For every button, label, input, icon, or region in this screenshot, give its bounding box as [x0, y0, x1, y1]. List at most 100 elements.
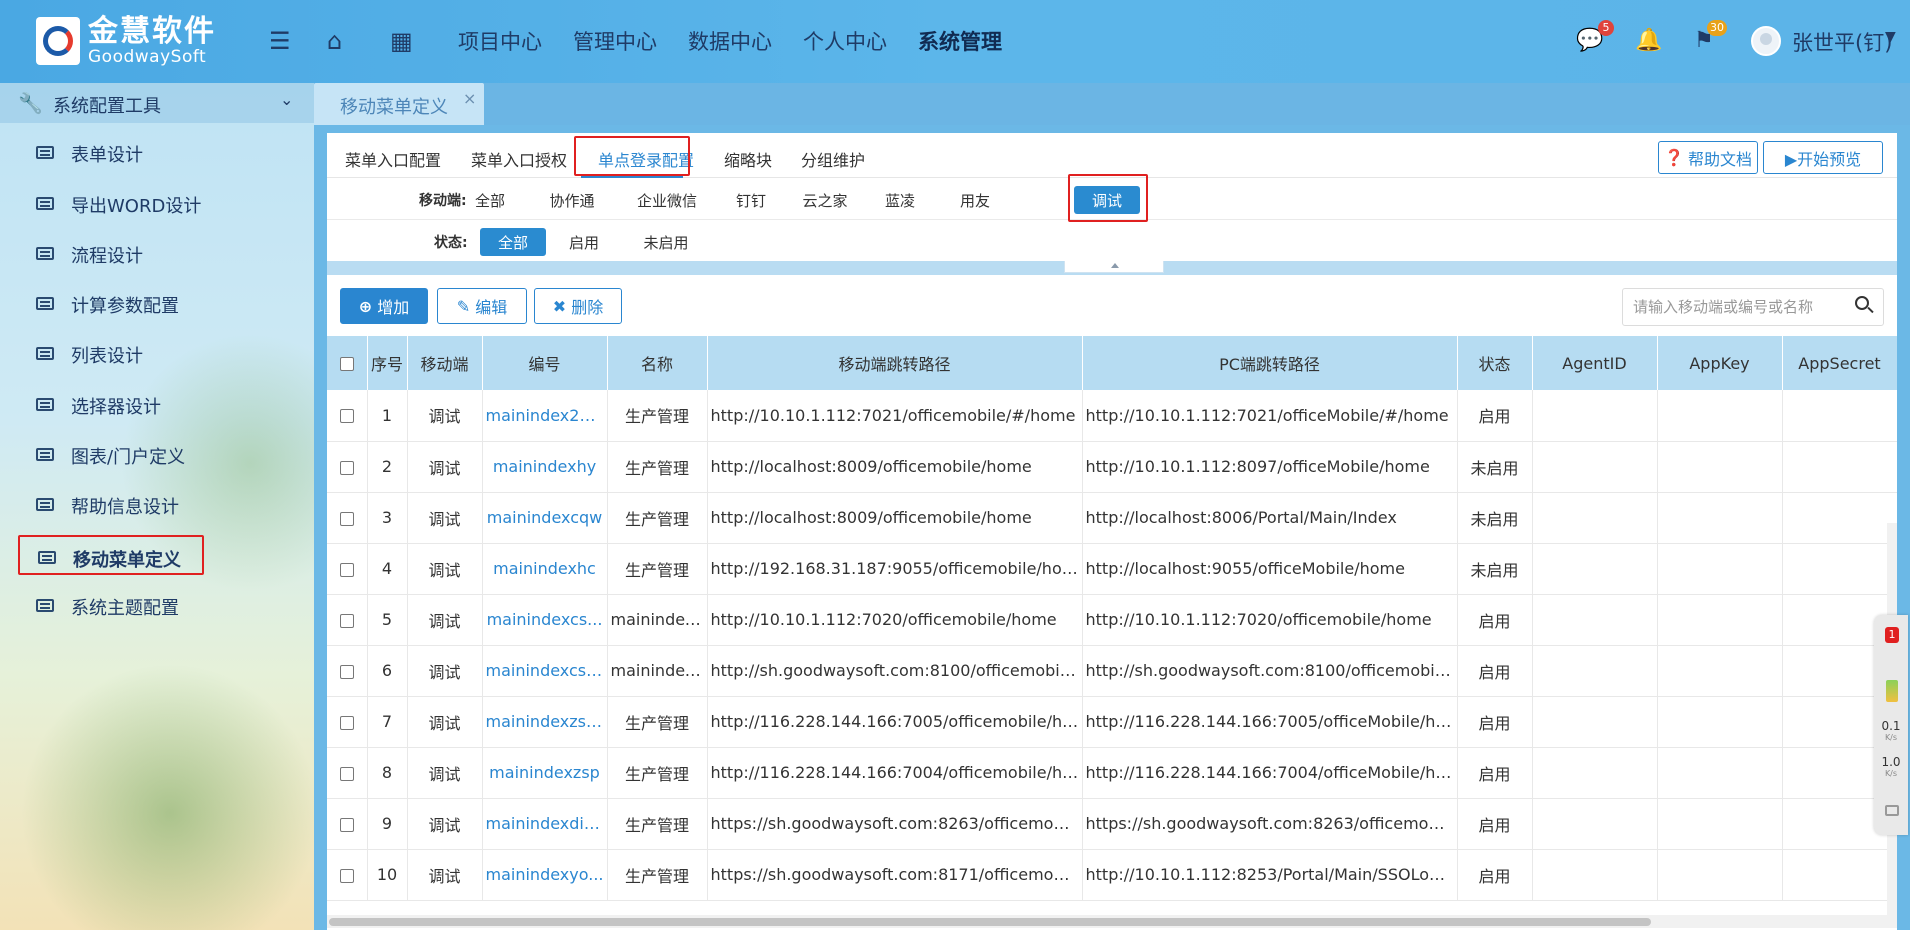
checkbox-cell[interactable] — [327, 441, 368, 493]
checkbox-cell[interactable] — [327, 390, 368, 442]
tab-mobile-menu[interactable]: 移动菜单定义 × — [314, 83, 484, 125]
mobile-option-dingtalk[interactable]: 钉钉 — [723, 186, 779, 214]
search-icon[interactable] — [1855, 296, 1869, 310]
row-checkbox[interactable] — [339, 613, 354, 628]
row-code-cell[interactable]: mainindexdin... — [482, 798, 608, 850]
column-header[interactable]: 名称 — [607, 336, 708, 390]
horizontal-scrollbar[interactable] — [327, 915, 1897, 928]
sidebar-item-export-word[interactable]: 导出WORD设计 — [18, 183, 204, 223]
sidebar-item-flow-design[interactable]: 流程设计 — [18, 233, 204, 273]
row-code-cell[interactable]: mainindexhc — [482, 543, 608, 595]
row-code-cell[interactable]: mainindexzsp — [482, 747, 608, 799]
camera-icon[interactable] — [1885, 805, 1899, 816]
nav-management-center[interactable]: 管理中心 — [573, 26, 657, 56]
user-name[interactable]: 张世平(钉) — [1792, 27, 1892, 57]
table-row[interactable]: 9 调试 mainindexdin... 生产管理 https://sh.goodway… — [327, 798, 1897, 850]
row-code-cell[interactable]: mainindexcs02 — [482, 645, 608, 697]
table-row[interactable]: 5 调试 mainindexcs... mainindex... http://10.1… — [327, 594, 1897, 646]
subtab-menu-auth[interactable]: 菜单入口授权 — [471, 147, 567, 171]
select-all-cell[interactable] — [327, 336, 368, 390]
mobile-option-yunzhijia[interactable]: 云之家 — [789, 186, 861, 214]
sidebar-item-form-design[interactable]: 表单设计 — [18, 132, 204, 172]
table-row[interactable]: 1 调试 mainindex20... 生产管理 http://10.10.1.112:… — [327, 390, 1897, 442]
add-button[interactable]: ⊕ 增加 — [340, 288, 428, 324]
nav-project-center[interactable]: 项目中心 — [458, 26, 542, 56]
mobile-option-xzt[interactable]: 协作通 — [535, 186, 609, 214]
checkbox-cell[interactable] — [327, 594, 368, 646]
table-row[interactable]: 10 调试 mainindexyo... 生产管理 https://sh.goodway… — [327, 849, 1897, 901]
row-code-cell[interactable]: mainindexhy — [482, 441, 608, 493]
scroll-thumb[interactable] — [329, 918, 1651, 926]
sidebar-item-chart-portal[interactable]: 图表/门户定义 — [18, 434, 204, 474]
row-checkbox[interactable] — [339, 817, 354, 832]
checkbox-cell[interactable] — [327, 849, 368, 901]
row-checkbox[interactable] — [339, 460, 354, 475]
sidebar-item-selector-design[interactable]: 选择器设计 — [18, 384, 204, 424]
row-checkbox[interactable] — [339, 664, 354, 679]
mobile-option-lanling[interactable]: 蓝凌 — [872, 186, 928, 214]
collapse-toggle[interactable] — [1064, 261, 1164, 273]
table-row[interactable]: 8 调试 mainindexzsp 生产管理 http://116.228.144.16… — [327, 747, 1897, 799]
table-row[interactable]: 3 调试 mainindexcqw 生产管理 http://localhost:8009… — [327, 492, 1897, 544]
row-code-cell[interactable]: mainindex20... — [482, 390, 608, 442]
row-checkbox[interactable] — [339, 409, 354, 424]
help-doc-button[interactable]: ❓ 帮助文档 — [1658, 141, 1758, 174]
select-all-checkbox[interactable] — [339, 357, 354, 371]
nav-personal-center[interactable]: 个人中心 — [803, 26, 887, 56]
column-header[interactable]: 移动端跳转路径 — [707, 336, 1083, 390]
edit-button[interactable]: ✎ 编辑 — [437, 288, 527, 324]
column-header[interactable]: 状态 — [1457, 336, 1533, 390]
row-checkbox[interactable] — [339, 868, 354, 883]
nav-data-center[interactable]: 数据中心 — [688, 26, 772, 56]
row-checkbox[interactable] — [339, 562, 354, 577]
nav-system-management[interactable]: 系统管理 — [918, 26, 1002, 56]
row-code-cell[interactable]: mainindexyo... — [482, 849, 608, 901]
column-header[interactable]: 移动端 — [407, 336, 483, 390]
delete-button[interactable]: ✖ 删除 — [534, 288, 622, 324]
list-menu-icon[interactable]: ☰ — [269, 28, 291, 54]
sidebar-item-help-info[interactable]: 帮助信息设计 — [18, 484, 204, 524]
search-input[interactable] — [1633, 296, 1843, 318]
column-header[interactable]: AgentID — [1532, 336, 1658, 390]
avatar[interactable] — [1751, 26, 1781, 56]
checkbox-cell[interactable] — [327, 798, 368, 850]
row-checkbox[interactable] — [339, 766, 354, 781]
company-logo[interactable]: 金慧软件 GoodwaySoft — [36, 16, 216, 66]
row-code-cell[interactable]: mainindexcs... — [482, 594, 608, 646]
sidebar-item-list-design[interactable]: 列表设计 — [18, 333, 204, 373]
table-row[interactable]: 2 调试 mainindexhy 生产管理 http://localhost:8009/… — [327, 441, 1897, 493]
sidebar-item-calc-params[interactable]: 计算参数配置 — [18, 283, 204, 323]
bell-icon[interactable]: 🔔 — [1635, 28, 1662, 53]
mobile-option-wechat-work[interactable]: 企业微信 — [622, 186, 712, 214]
network-speed-widget[interactable]: 1 0.1 K/s 1.0 K/s — [1874, 615, 1908, 835]
column-header[interactable]: AppKey — [1657, 336, 1783, 390]
table-row[interactable]: 6 调试 mainindexcs02 mainindex... http://sh.go… — [327, 645, 1897, 697]
row-code-cell[interactable]: mainindexzsp1 — [482, 696, 608, 748]
sidebar-item-theme-config[interactable]: 系统主题配置 — [18, 585, 204, 625]
row-checkbox[interactable] — [339, 715, 354, 730]
row-checkbox[interactable] — [339, 511, 354, 526]
row-code-cell[interactable]: mainindexcqw — [482, 492, 608, 544]
status-option-all[interactable]: 全部 — [480, 228, 546, 256]
checkbox-cell[interactable] — [327, 492, 368, 544]
sidebar-group-header[interactable]: 🔧 系统配置工具 ⌄ — [0, 83, 314, 123]
mobile-option-yonyou[interactable]: 用友 — [947, 186, 1003, 214]
close-icon[interactable]: × — [463, 89, 476, 108]
subtab-group-maintain[interactable]: 分组维护 — [801, 147, 865, 171]
grid-apps-icon[interactable]: ▦ — [390, 28, 413, 54]
column-header[interactable]: 序号 — [367, 336, 408, 390]
sidebar-item-mobile-menu[interactable]: 移动菜单定义 — [18, 535, 204, 575]
column-header[interactable]: PC端跳转路径 — [1082, 336, 1458, 390]
mobile-option-all[interactable]: 全部 — [462, 186, 518, 214]
checkbox-cell[interactable] — [327, 645, 368, 697]
status-option-disabled[interactable]: 未启用 — [630, 228, 702, 256]
column-header[interactable]: AppSecret — [1782, 336, 1897, 390]
checkbox-cell[interactable] — [327, 543, 368, 595]
checkbox-cell[interactable] — [327, 696, 368, 748]
subtab-menu-entry[interactable]: 菜单入口配置 — [345, 147, 441, 171]
subtab-thumbnail[interactable]: 缩略块 — [724, 147, 772, 171]
table-row[interactable]: 7 调试 mainindexzsp1 生产管理 http://116.228.144.1… — [327, 696, 1897, 748]
start-preview-button[interactable]: ▶开始预览 — [1763, 141, 1883, 174]
column-header[interactable]: 编号 — [482, 336, 608, 390]
chevron-down-icon[interactable]: ▼ — [1885, 29, 1896, 45]
